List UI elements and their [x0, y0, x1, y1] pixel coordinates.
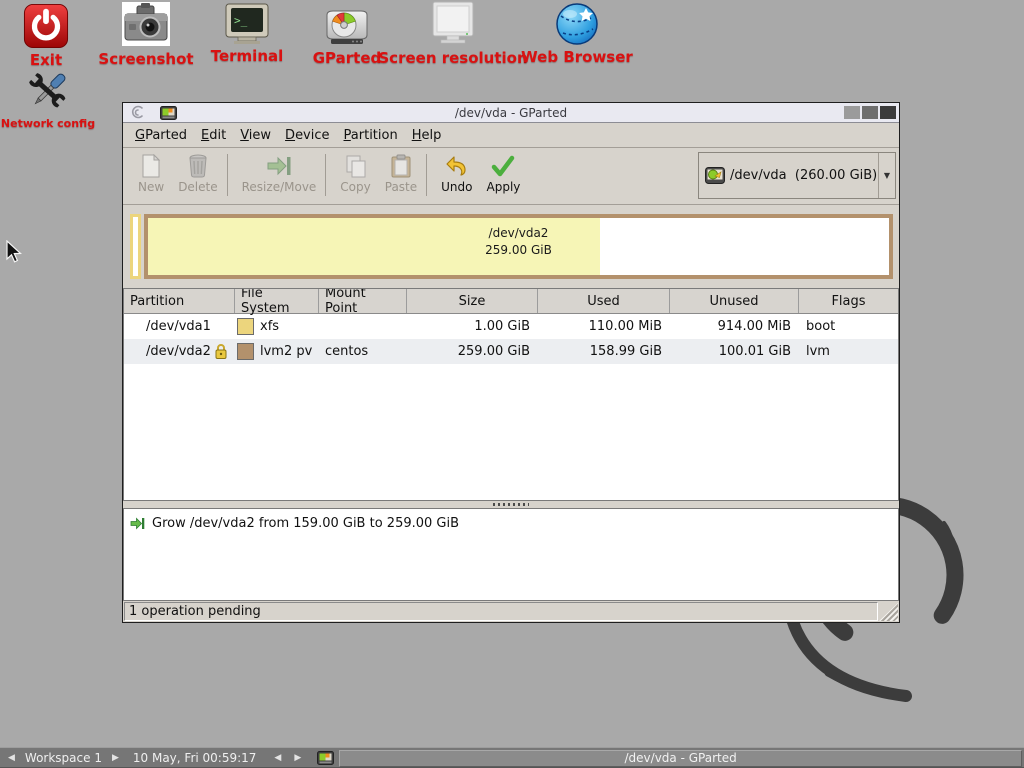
window-maximize-button[interactable]	[862, 106, 878, 119]
partition-visual-pane: /dev/vda2 259.00 GiB	[123, 205, 899, 288]
power-icon	[23, 3, 69, 49]
camera-icon	[120, 2, 172, 48]
menu-device[interactable]: Device	[284, 124, 330, 147]
apply-check-icon	[491, 155, 515, 177]
desktop-icon-terminal[interactable]: >_ Terminal	[200, 3, 294, 65]
mouse-cursor	[6, 240, 23, 264]
column-header-filesystem[interactable]: File System	[235, 289, 319, 313]
device-selector-label: /dev/vda (260.00 GiB)	[730, 168, 877, 183]
workspace-next-icon[interactable]: ▶	[112, 754, 119, 763]
paste-button[interactable]: Paste	[378, 153, 424, 194]
column-header-mountpoint[interactable]: Mount Point	[319, 289, 407, 313]
desktop-icon-screenshot[interactable]: Screenshot	[98, 2, 194, 68]
copy-button[interactable]: Copy	[333, 153, 377, 194]
table-row-vda1[interactable]: /dev/vda1 xfs 1.00 GiB 110.00 MiB 914.00…	[124, 314, 898, 339]
menu-view[interactable]: View	[239, 124, 272, 147]
toolbar-separator	[227, 154, 228, 196]
menu-gparted[interactable]: GParted	[134, 124, 188, 147]
menu-edit[interactable]: Edit	[200, 124, 227, 147]
lock-icon	[214, 343, 228, 360]
menu-help[interactable]: Help	[411, 124, 443, 147]
undo-button[interactable]: Undo	[434, 153, 479, 194]
taskbar-clock: 10 May, Fri 00:59:17	[133, 751, 257, 765]
column-header-size[interactable]: Size	[407, 289, 538, 313]
window-minimize-button[interactable]	[844, 106, 860, 119]
filesystem-color-swatch	[237, 343, 254, 360]
new-document-icon	[141, 154, 161, 178]
desktop-icon-label: Network config	[1, 117, 95, 130]
table-row-vda2[interactable]: /dev/vda2 lvm2 pv centos 259.00 GiB	[124, 339, 898, 364]
desktop-icon-screen-resolution[interactable]: Screen resolution	[384, 1, 522, 67]
paste-icon	[390, 154, 412, 178]
splitter-dots	[493, 503, 529, 506]
desktop-icon-label: Screen resolution	[378, 49, 527, 67]
column-header-partition[interactable]: Partition	[124, 289, 235, 313]
chevron-down-icon: ▼	[878, 153, 895, 198]
svg-text:>_: >_	[234, 14, 248, 27]
task-next-icon[interactable]: ▶	[294, 754, 301, 763]
grow-operation-icon	[130, 517, 145, 530]
copy-icon	[344, 154, 368, 178]
column-header-unused[interactable]: Unused	[670, 289, 799, 313]
window-close-button[interactable]	[880, 106, 896, 119]
undo-icon	[445, 155, 469, 177]
pending-operation-text: Grow /dev/vda2 from 159.00 GiB to 259.00…	[152, 516, 459, 531]
task-prev-icon[interactable]: ◀	[274, 754, 281, 763]
column-header-flags[interactable]: Flags	[799, 289, 898, 313]
desktop-icon-network-config[interactable]: Network config	[2, 67, 94, 130]
titlebar[interactable]: /dev/vda - GParted	[123, 103, 899, 123]
gparted-disk-icon	[323, 7, 371, 47]
desktop: Exit Screenshot >_ Terminal	[0, 0, 1024, 768]
device-drive-icon	[705, 167, 725, 184]
globe-icon	[555, 2, 599, 46]
pending-operations-pane: Grow /dev/vda2 from 159.00 GiB to 259.00…	[123, 508, 899, 601]
partition-visual-vda2[interactable]: /dev/vda2 259.00 GiB	[144, 214, 893, 279]
window-resize-grip[interactable]	[878, 602, 898, 621]
window-title: /dev/vda - GParted	[123, 106, 899, 120]
taskbar-window-button[interactable]: /dev/vda - GParted	[339, 750, 1022, 767]
taskbar-gparted-icon	[317, 751, 334, 765]
new-button[interactable]: New	[131, 153, 171, 194]
status-text: 1 operation pending	[124, 602, 878, 621]
desktop-icon-label: Terminal	[211, 47, 284, 65]
pane-splitter-handle[interactable]	[123, 501, 899, 508]
partition-visual-label: /dev/vda2 259.00 GiB	[148, 225, 889, 259]
taskbar: ◀ Workspace 1 ▶ 10 May, Fri 00:59:17 ◀ ▶…	[0, 747, 1024, 768]
trash-icon	[187, 154, 209, 178]
statusbar: 1 operation pending	[123, 601, 899, 622]
tools-icon	[22, 67, 74, 115]
toolbar-separator	[325, 154, 326, 196]
delete-button[interactable]: Delete	[171, 153, 224, 194]
gparted-window: /dev/vda - GParted GParted Edit View Dev…	[122, 102, 900, 623]
workspace-prev-icon[interactable]: ◀	[8, 754, 15, 763]
table-header-row: Partition File System Mount Point Size U…	[124, 289, 898, 314]
desktop-icon-web-browser[interactable]: Web Browser	[518, 2, 636, 66]
desktop-icon-label: Screenshot	[98, 50, 193, 68]
desktop-icon-label: Web Browser	[521, 48, 633, 66]
resize-move-icon	[266, 155, 292, 177]
workspace-label: Workspace 1	[25, 751, 102, 765]
menu-partition[interactable]: Partition	[343, 124, 399, 147]
apply-button[interactable]: Apply	[480, 153, 528, 194]
desktop-icon-exit[interactable]: Exit	[8, 3, 84, 69]
partition-table: Partition File System Mount Point Size U…	[123, 288, 899, 501]
device-selector[interactable]: /dev/vda (260.00 GiB) ▼	[698, 152, 896, 199]
column-header-used[interactable]: Used	[538, 289, 670, 313]
monitor-icon	[430, 1, 476, 47]
menubar: GParted Edit View Device Partition Help	[123, 123, 899, 148]
desktop-icon-label: GParted	[313, 49, 382, 67]
terminal-icon: >_	[224, 3, 270, 45]
filesystem-color-swatch	[237, 318, 254, 335]
pending-operation-item: Grow /dev/vda2 from 159.00 GiB to 259.00…	[130, 516, 892, 531]
resize-move-button[interactable]: Resize/Move	[235, 153, 324, 194]
toolbar: New Delete Resize/Move	[123, 148, 899, 205]
toolbar-separator	[426, 154, 427, 196]
partition-visual-vda1[interactable]	[130, 214, 141, 279]
